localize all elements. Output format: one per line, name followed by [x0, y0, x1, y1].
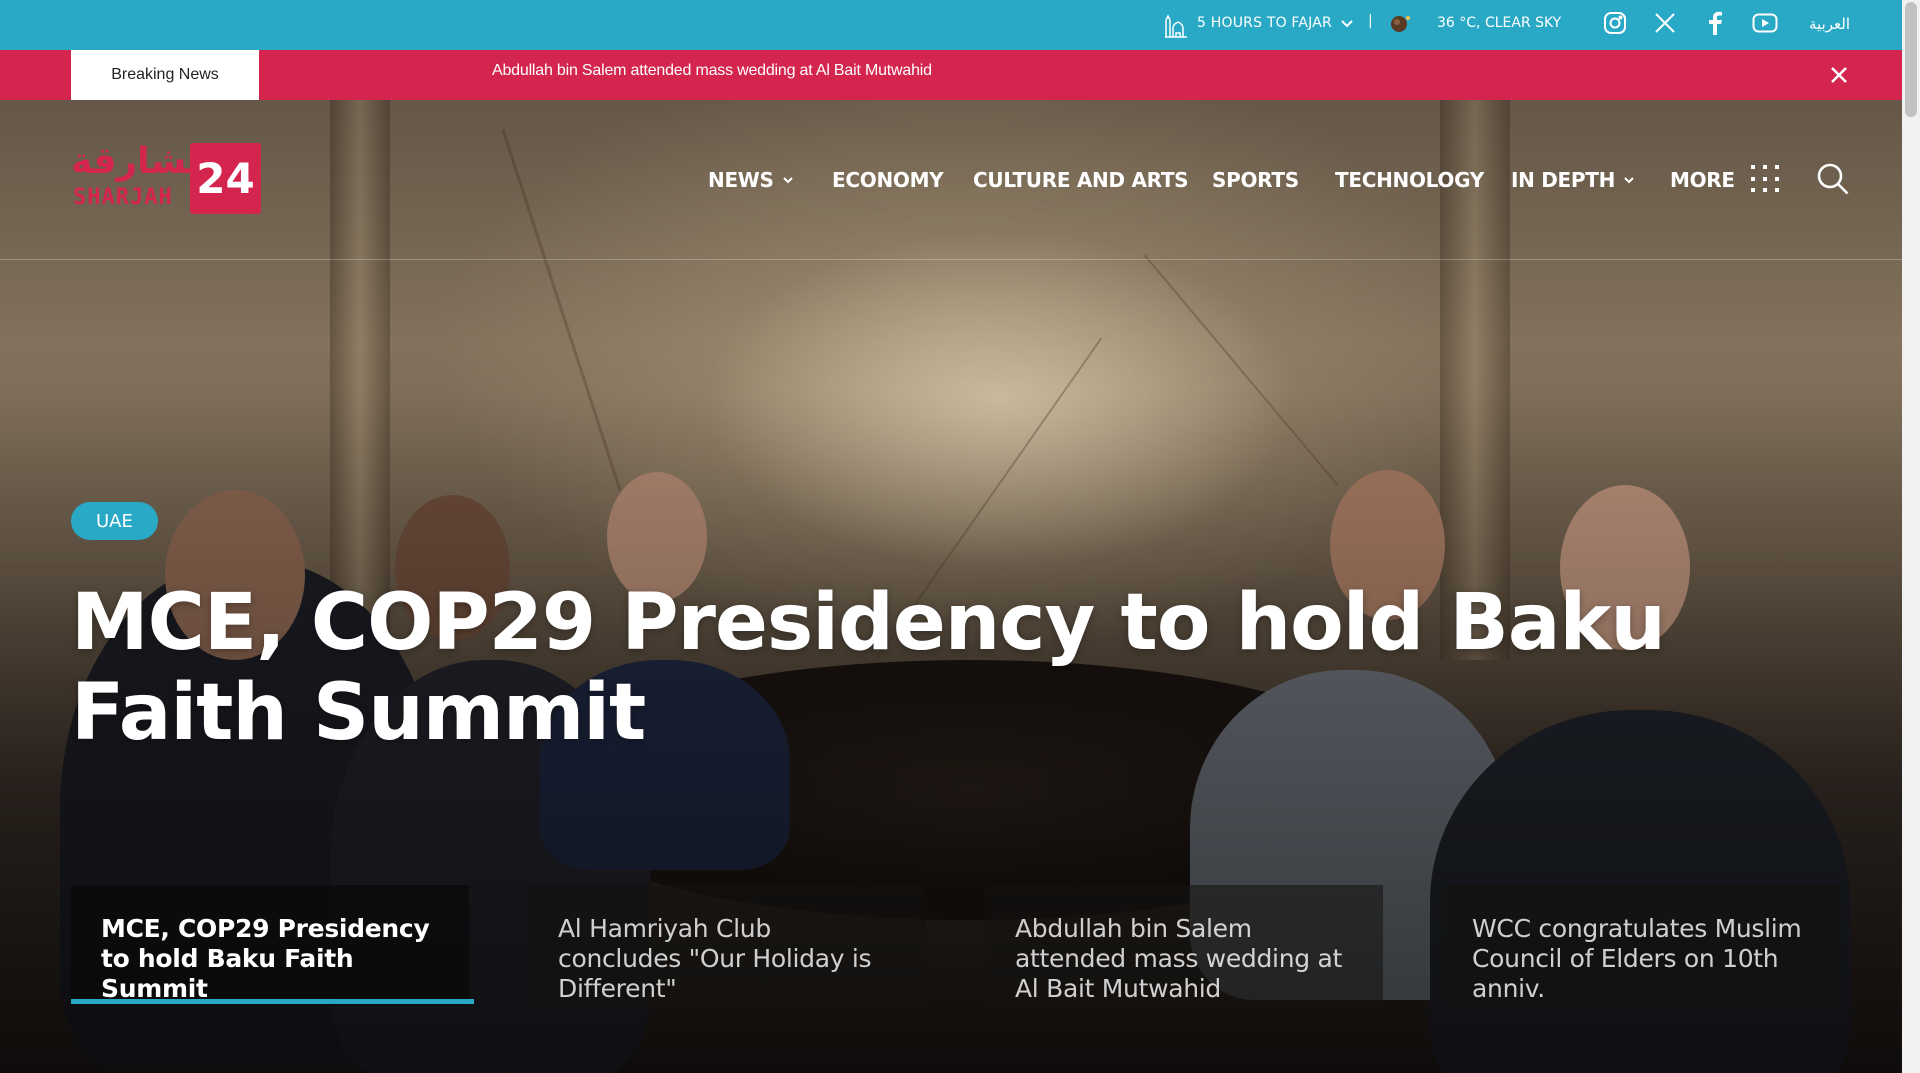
- nav-label: IN DEPTH: [1511, 168, 1616, 192]
- nav-item-in-depth[interactable]: IN DEPTH: [1511, 168, 1635, 192]
- nav-item-culture-and-arts[interactable]: CULTURE AND ARTS: [973, 168, 1189, 192]
- x-icon[interactable]: [1651, 9, 1679, 37]
- nav-item-more[interactable]: MORE: [1670, 165, 1783, 195]
- active-story-indicator: [71, 999, 474, 1004]
- nav-label: TECHNOLOGY: [1335, 168, 1484, 192]
- nav-item-news[interactable]: NEWS: [708, 168, 794, 192]
- grid-menu-icon: [1750, 165, 1783, 195]
- story-card[interactable]: Abdullah bin Salem attended mass wedding…: [985, 885, 1383, 1005]
- story-card[interactable]: MCE, COP29 Presidency to hold Baku Faith…: [71, 885, 469, 1005]
- page-scrollbar-thumb[interactable]: [1905, 2, 1917, 117]
- separator: |: [1368, 13, 1373, 29]
- instagram-icon[interactable]: [1601, 9, 1629, 37]
- search-icon[interactable]: [1815, 161, 1851, 197]
- close-icon[interactable]: [1827, 63, 1851, 87]
- hero-headline[interactable]: MCE, COP29 Presidency to hold Baku Faith…: [71, 578, 1691, 758]
- youtube-icon[interactable]: [1751, 9, 1779, 37]
- nav-label: ECONOMY: [832, 168, 944, 192]
- nav-label: MORE: [1670, 168, 1735, 192]
- header-divider: [0, 259, 1902, 260]
- facebook-icon[interactable]: [1701, 9, 1729, 37]
- breaking-news-bar: Breaking News Abdullah bin Salem attende…: [0, 50, 1902, 100]
- nav-label: SPORTS: [1212, 168, 1299, 192]
- chevron-down-icon: [782, 177, 793, 184]
- site-logo[interactable]: الشارقة SHARJAH 24: [71, 141, 261, 217]
- category-tag[interactable]: UAE: [71, 502, 158, 540]
- nav-item-technology[interactable]: TECHNOLOGY: [1335, 168, 1484, 192]
- chevron-down-icon: [1624, 177, 1634, 184]
- story-card[interactable]: Al Hamriyah Club concludes "Our Holiday …: [528, 885, 926, 1005]
- story-card[interactable]: WCC congratulates Muslim Council of Elde…: [1442, 885, 1840, 1005]
- story-title: WCC congratulates Muslim Council of Elde…: [1472, 914, 1802, 1003]
- prayer-time-text[interactable]: 5 HOURS TO FAJAR: [1197, 15, 1332, 31]
- breaking-news-label: Breaking News: [71, 50, 259, 100]
- story-title: MCE, COP29 Presidency to hold Baku Faith…: [101, 914, 430, 1003]
- page-scrollbar-track[interactable]: [1902, 0, 1920, 1073]
- logo-english-text: SHARJAH: [73, 185, 173, 210]
- mosque-icon: [1165, 14, 1187, 38]
- nav-label: NEWS: [708, 168, 774, 192]
- nav-label: CULTURE AND ARTS: [973, 168, 1189, 192]
- weather-icon: [1391, 16, 1410, 32]
- chevron-down-icon[interactable]: [1340, 17, 1354, 31]
- language-switch-link[interactable]: العربية: [1809, 15, 1850, 33]
- top-bar: 5 HOURS TO FAJAR | 36 °C, CLEAR SKY العر…: [0, 0, 1902, 50]
- story-title: Abdullah bin Salem attended mass wedding…: [1015, 914, 1342, 1003]
- story-title: Al Hamriyah Club concludes "Our Holiday …: [558, 914, 872, 1003]
- logo-number-box: 24: [190, 143, 261, 214]
- breaking-news-headline[interactable]: Abdullah bin Salem attended mass wedding…: [492, 62, 932, 80]
- weather-text: 36 °C, CLEAR SKY: [1437, 15, 1562, 31]
- nav-item-economy[interactable]: ECONOMY: [832, 168, 944, 192]
- nav-item-sports[interactable]: SPORTS: [1212, 168, 1299, 192]
